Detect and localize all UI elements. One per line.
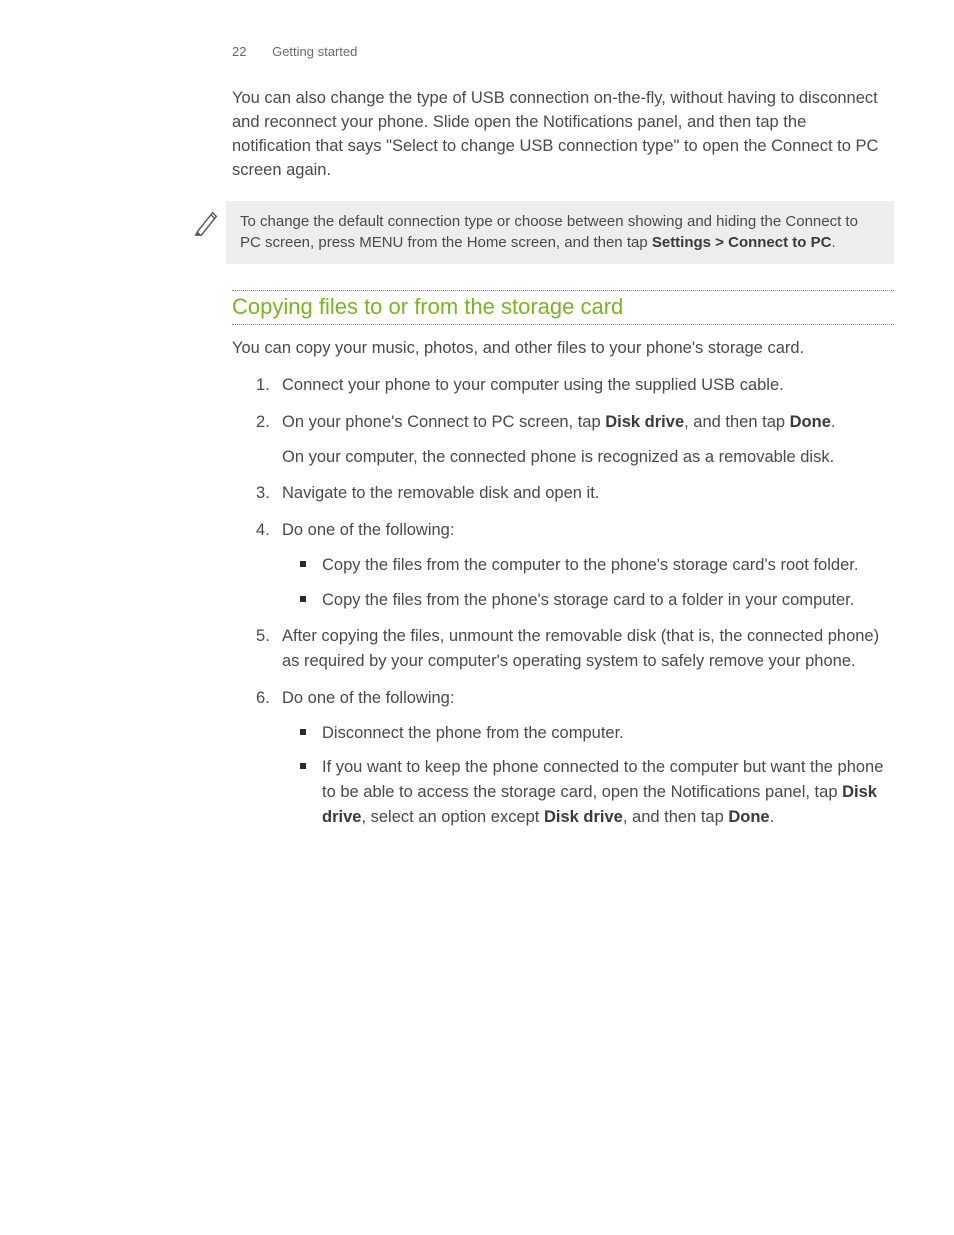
list-item: Copy the files from the computer to the … — [300, 553, 884, 578]
step-2: On your phone's Connect to PC screen, ta… — [256, 410, 884, 470]
list-item: Disconnect the phone from the computer. — [300, 721, 884, 746]
step-6: Do one of the following: Disconnect the … — [256, 686, 884, 830]
steps-list: Connect your phone to your computer usin… — [256, 373, 884, 830]
pencil-icon — [188, 201, 226, 242]
step-1: Connect your phone to your computer usin… — [256, 373, 884, 398]
note-bold-path: Settings > Connect to PC — [652, 234, 832, 251]
running-header: 22 Getting started — [232, 44, 954, 59]
list-item: Copy the files from the phone's storage … — [300, 588, 884, 613]
step-6-bullets: Disconnect the phone from the computer. … — [300, 721, 884, 830]
step-5: After copying the files, unmount the rem… — [256, 624, 884, 674]
intro-paragraph: You can also change the type of USB conn… — [232, 87, 884, 183]
step-2-sub: On your computer, the connected phone is… — [282, 445, 884, 470]
document-page: 22 Getting started You can also change t… — [0, 0, 954, 842]
section-intro: You can copy your music, photos, and oth… — [232, 337, 884, 361]
note-callout: To change the default connection type or… — [188, 201, 894, 265]
step-3: Navigate to the removable disk and open … — [256, 481, 884, 506]
step-4: Do one of the following: Copy the files … — [256, 518, 884, 612]
note-text: To change the default connection type or… — [226, 201, 894, 265]
list-item: If you want to keep the phone connected … — [300, 755, 884, 829]
step-4-bullets: Copy the files from the computer to the … — [300, 553, 884, 613]
section-heading: Copying files to or from the storage car… — [232, 290, 894, 325]
chapter-title: Getting started — [272, 44, 357, 59]
page-number: 22 — [232, 44, 246, 59]
